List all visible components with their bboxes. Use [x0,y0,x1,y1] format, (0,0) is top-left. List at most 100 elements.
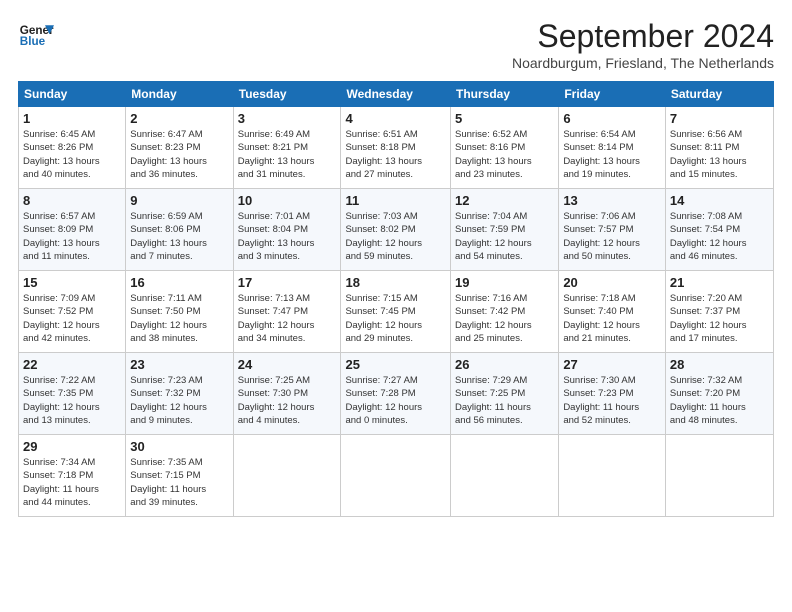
day-number: 11 [345,193,446,208]
day-detail: Sunrise: 6:57 AM Sunset: 8:09 PM Dayligh… [23,210,121,263]
day-detail: Sunrise: 7:32 AM Sunset: 7:20 PM Dayligh… [670,374,769,427]
day-number: 19 [455,275,554,290]
day-cell-20: 20Sunrise: 7:18 AM Sunset: 7:40 PM Dayli… [559,271,666,353]
title-block: September 2024 Noardburgum, Friesland, T… [512,18,774,71]
svg-text:Blue: Blue [20,35,46,48]
day-number: 27 [563,357,661,372]
day-cell-14: 14Sunrise: 7:08 AM Sunset: 7:54 PM Dayli… [665,189,773,271]
page-header: General Blue September 2024 Noardburgum,… [18,18,774,71]
day-detail: Sunrise: 6:52 AM Sunset: 8:16 PM Dayligh… [455,128,554,181]
day-detail: Sunrise: 7:09 AM Sunset: 7:52 PM Dayligh… [23,292,121,345]
day-number: 20 [563,275,661,290]
weekday-header-thursday: Thursday [451,82,559,107]
day-cell-13: 13 Sunrise: 7:06 AM Sunset: 7:57 PM Dayli… [559,189,666,271]
day-cell-23: 23 Sunrise: 7:23 AM Sunset: 7:32 PM Dayli… [126,353,233,435]
day-cell-7: 7 Sunrise: 6:56 AM Sunset: 8:11 PM Daylig… [665,107,773,189]
weekday-header-saturday: Saturday [665,82,773,107]
day-number: 7 [670,111,769,126]
day-cell-27: 27 Sunrise: 7:30 AM Sunset: 7:23 PM Dayli… [559,353,666,435]
day-cell-24: 24Sunrise: 7:25 AM Sunset: 7:30 PM Dayli… [233,353,341,435]
weekday-header-row: SundayMondayTuesdayWednesdayThursdayFrid… [19,82,774,107]
day-number: 18 [345,275,446,290]
weekday-header-sunday: Sunday [19,82,126,107]
day-number: 23 [130,357,228,372]
day-number: 16 [130,275,228,290]
day-cell-18: 18 Sunrise: 7:15 AM Sunset: 7:45 PM Dayli… [341,271,451,353]
day-detail: Sunrise: 6:51 AM Sunset: 8:18 PM Dayligh… [345,128,446,181]
day-detail: Sunrise: 7:06 AM Sunset: 7:57 PM Dayligh… [563,210,661,263]
day-number: 25 [345,357,446,372]
day-cell-9: 9 Sunrise: 6:59 AM Sunset: 8:06 PM Daylig… [126,189,233,271]
day-cell-29: 29 Sunrise: 7:34 AM Sunset: 7:18 PM Dayli… [19,435,126,517]
location: Noardburgum, Friesland, The Netherlands [512,55,774,71]
day-detail: Sunrise: 6:54 AM Sunset: 8:14 PM Dayligh… [563,128,661,181]
day-number: 17 [238,275,337,290]
day-cell-30: 30 Sunrise: 7:35 AM Sunset: 7:15 PM Dayli… [126,435,233,517]
weekday-header-tuesday: Tuesday [233,82,341,107]
day-cell-11: 11 Sunrise: 7:03 AM Sunset: 8:02 PM Dayli… [341,189,451,271]
weekday-header-monday: Monday [126,82,233,107]
day-number: 28 [670,357,769,372]
day-detail: Sunrise: 7:23 AM Sunset: 7:32 PM Dayligh… [130,374,228,427]
day-number: 14 [670,193,769,208]
day-cell-28: 28 Sunrise: 7:32 AM Sunset: 7:20 PM Dayli… [665,353,773,435]
day-detail: Sunrise: 6:45 AM Sunset: 8:26 PM Dayligh… [23,128,121,181]
day-cell-6: 6 Sunrise: 6:54 AM Sunset: 8:14 PM Daylig… [559,107,666,189]
day-number: 24 [238,357,337,372]
day-detail: Sunrise: 7:27 AM Sunset: 7:28 PM Dayligh… [345,374,446,427]
calendar-table: SundayMondayTuesdayWednesdayThursdayFrid… [18,81,774,517]
day-detail: Sunrise: 6:56 AM Sunset: 8:11 PM Dayligh… [670,128,769,181]
day-cell-8: 8 Sunrise: 6:57 AM Sunset: 8:09 PM Daylig… [19,189,126,271]
day-detail: Sunrise: 7:01 AM Sunset: 8:04 PM Dayligh… [238,210,337,263]
day-number: 5 [455,111,554,126]
day-cell-21: 21Sunrise: 7:20 AM Sunset: 7:37 PM Dayli… [665,271,773,353]
day-number: 15 [23,275,121,290]
day-cell-25: 25 Sunrise: 7:27 AM Sunset: 7:28 PM Dayli… [341,353,451,435]
day-number: 6 [563,111,661,126]
day-detail: Sunrise: 6:59 AM Sunset: 8:06 PM Dayligh… [130,210,228,263]
logo: General Blue [18,18,54,54]
day-cell-5: 5 Sunrise: 6:52 AM Sunset: 8:16 PM Daylig… [451,107,559,189]
day-detail: Sunrise: 7:30 AM Sunset: 7:23 PM Dayligh… [563,374,661,427]
day-number: 2 [130,111,228,126]
weekday-header-wednesday: Wednesday [341,82,451,107]
day-number: 29 [23,439,121,454]
day-number: 13 [563,193,661,208]
day-detail: Sunrise: 7:16 AM Sunset: 7:42 PM Dayligh… [455,292,554,345]
day-detail: Sunrise: 7:15 AM Sunset: 7:45 PM Dayligh… [345,292,446,345]
day-cell-10: 10 Sunrise: 7:01 AM Sunset: 8:04 PM Dayli… [233,189,341,271]
day-detail: Sunrise: 7:34 AM Sunset: 7:18 PM Dayligh… [23,456,121,509]
day-cell-12: 12Sunrise: 7:04 AM Sunset: 7:59 PM Dayli… [451,189,559,271]
day-number: 4 [345,111,446,126]
day-cell-26: 26 Sunrise: 7:29 AM Sunset: 7:25 PM Dayli… [451,353,559,435]
day-number: 3 [238,111,337,126]
logo-icon: General Blue [18,18,54,54]
empty-cell [233,435,341,517]
day-cell-17: 17Sunrise: 7:13 AM Sunset: 7:47 PM Dayli… [233,271,341,353]
day-detail: Sunrise: 7:35 AM Sunset: 7:15 PM Dayligh… [130,456,228,509]
day-number: 12 [455,193,554,208]
day-number: 8 [23,193,121,208]
day-number: 10 [238,193,337,208]
day-number: 1 [23,111,121,126]
day-detail: Sunrise: 6:49 AM Sunset: 8:21 PM Dayligh… [238,128,337,181]
empty-cell [559,435,666,517]
day-cell-2: 2Sunrise: 6:47 AM Sunset: 8:23 PM Daylig… [126,107,233,189]
day-detail: Sunrise: 7:11 AM Sunset: 7:50 PM Dayligh… [130,292,228,345]
day-cell-15: 15 Sunrise: 7:09 AM Sunset: 7:52 PM Dayli… [19,271,126,353]
day-number: 9 [130,193,228,208]
day-detail: Sunrise: 7:03 AM Sunset: 8:02 PM Dayligh… [345,210,446,263]
day-number: 21 [670,275,769,290]
day-cell-4: 4 Sunrise: 6:51 AM Sunset: 8:18 PM Daylig… [341,107,451,189]
empty-cell [665,435,773,517]
day-cell-3: 3 Sunrise: 6:49 AM Sunset: 8:21 PM Daylig… [233,107,341,189]
empty-cell [451,435,559,517]
day-detail: Sunrise: 7:29 AM Sunset: 7:25 PM Dayligh… [455,374,554,427]
day-number: 30 [130,439,228,454]
day-cell-22: 22Sunrise: 7:22 AM Sunset: 7:35 PM Dayli… [19,353,126,435]
day-cell-19: 19 Sunrise: 7:16 AM Sunset: 7:42 PM Dayli… [451,271,559,353]
day-number: 26 [455,357,554,372]
calendar-week-2: 8 Sunrise: 6:57 AM Sunset: 8:09 PM Daylig… [19,189,774,271]
calendar-week-4: 22Sunrise: 7:22 AM Sunset: 7:35 PM Dayli… [19,353,774,435]
calendar-week-1: 1 Sunrise: 6:45 AM Sunset: 8:26 PM Daylig… [19,107,774,189]
